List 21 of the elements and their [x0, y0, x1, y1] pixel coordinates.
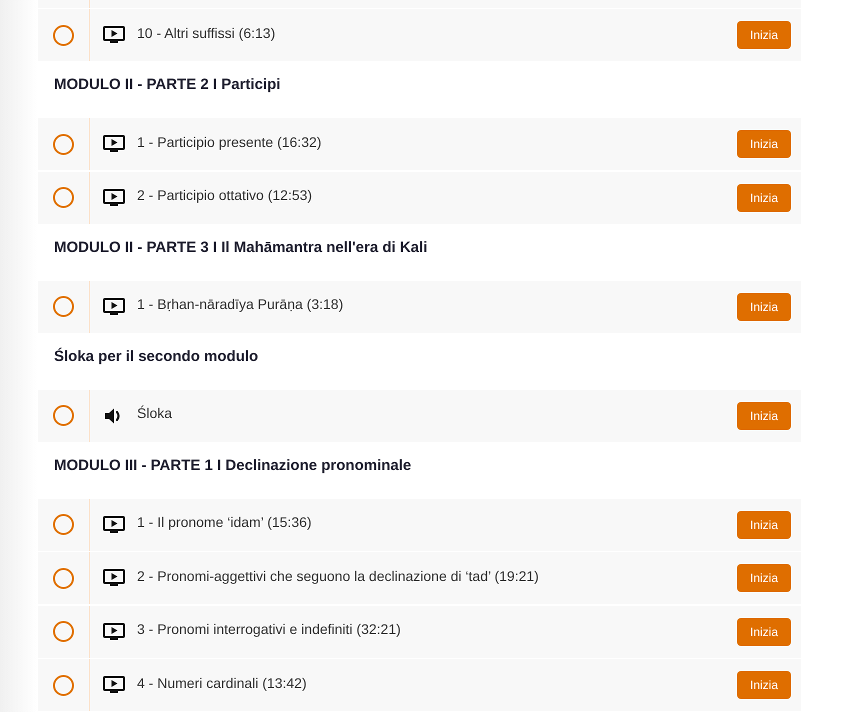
- video-play-icon: [102, 135, 124, 153]
- video-play-icon: [102, 188, 124, 206]
- video-play-icon: [102, 569, 124, 587]
- video-play-icon: [102, 516, 124, 534]
- section-heading: MODULO II - PARTE 3 I Il Mahāmantra nell'era di Kali: [54, 238, 428, 258]
- lesson-title[interactable]: 2 - Pronomi-aggettivi che seguono la declinazione di ‘tad’ (19:21): [137, 566, 737, 586]
- lesson-title[interactable]: 1 - Il pronome ‘idam’ (15:36): [137, 512, 737, 533]
- section-heading: MODULO III - PARTE 1 I Declinazione pronominale: [54, 456, 412, 476]
- lesson-title[interactable]: 10 - Altri suffissi (6:13): [137, 22, 737, 44]
- lesson-title[interactable]: 3 - Pronomi interrogativi e indefiniti (32:21): [137, 619, 737, 640]
- video-play-icon: [102, 676, 124, 694]
- lesson-title[interactable]: 4 - Numeri cardinali (13:42): [137, 672, 737, 694]
- lesson-title[interactable]: Śloka: [137, 403, 737, 424]
- section-heading: MODULO II - PARTE 2 I Participi: [54, 75, 280, 96]
- video-play-icon: [102, 26, 124, 44]
- lesson-title[interactable]: 1 - Bṛhan-nāradīya Purāṇa (3:18): [137, 294, 737, 315]
- video-play-icon: [102, 298, 124, 316]
- section-heading: Śloka per il secondo modulo: [54, 346, 258, 367]
- lesson-title[interactable]: 2 - Participio ottativo (12:53): [137, 185, 737, 206]
- video-play-icon: [102, 622, 124, 640]
- lesson-title[interactable]: 1 - Participio presente (16:32): [137, 132, 737, 152]
